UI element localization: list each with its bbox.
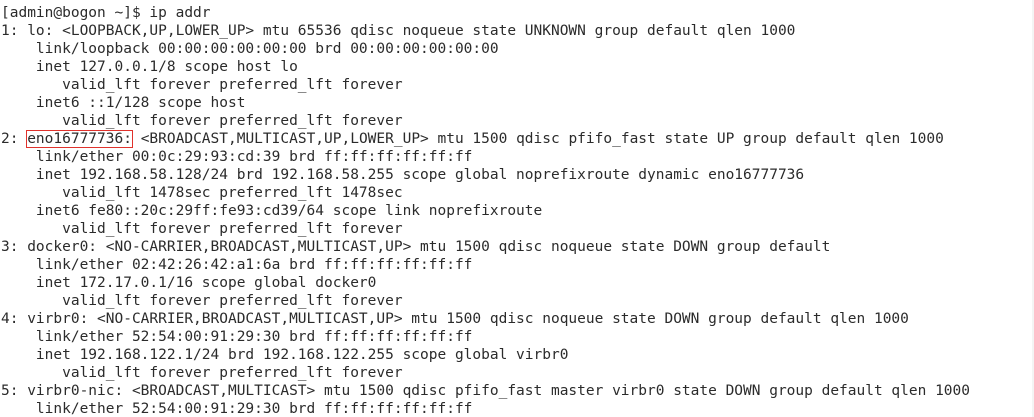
- output-text: link/loopback 00:00:00:00:00:00 brd 00:0…: [1, 41, 499, 57]
- output-text: inet 192.168.58.128/24 brd 192.168.58.25…: [1, 167, 805, 183]
- output-text: valid_lft 1478sec preferred_lft 1478sec: [1, 185, 403, 201]
- output-text: link/ether 00:0c:29:93:cd:39 brd ff:ff:f…: [1, 149, 473, 165]
- output-line: valid_lft forever preferred_lft forever: [1, 364, 970, 382]
- output-line: link/ether 00:0c:29:93:cd:39 brd ff:ff:f…: [1, 148, 970, 166]
- output-text: <BROADCAST,MULTICAST,UP,LOWER_UP> mtu 15…: [131, 131, 944, 147]
- output-line: inet 192.168.58.128/24 brd 192.168.58.25…: [1, 166, 970, 184]
- output-line: inet6 fe80::20c:29ff:fe93:cd39/64 scope …: [1, 202, 970, 220]
- output-text: valid_lft forever preferred_lft forever: [1, 221, 403, 237]
- output-line: 1: lo: <LOOPBACK,UP,LOWER_UP> mtu 65536 …: [1, 22, 970, 40]
- output-text: valid_lft forever preferred_lft forever: [1, 365, 403, 381]
- output-line: inet 192.168.122.1/24 brd 192.168.122.25…: [1, 346, 970, 364]
- terminal-window[interactable]: [admin@bogon ~]$ ip addr 1: lo: <LOOPBAC…: [0, 0, 1034, 417]
- output-text: inet6 fe80::20c:29ff:fe93:cd39/64 scope …: [1, 203, 543, 219]
- output-text: 4: virbr0: <NO-CARRIER,BROADCAST,MULTICA…: [1, 311, 909, 327]
- output-line: valid_lft forever preferred_lft forever: [1, 112, 970, 130]
- output-text: link/ether 52:54:00:91:29:30 brd ff:ff:f…: [1, 401, 473, 417]
- output-line: valid_lft forever preferred_lft forever: [1, 220, 970, 238]
- output-text: 2:: [1, 131, 28, 147]
- output-line: valid_lft forever preferred_lft forever: [1, 292, 970, 310]
- output-line: link/ether 52:54:00:91:29:30 brd ff:ff:f…: [1, 328, 970, 346]
- output-line: inet 127.0.0.1/8 scope host lo: [1, 58, 970, 76]
- highlighted-interface-name: eno16777736:: [26, 130, 133, 148]
- output-line: 4: virbr0: <NO-CARRIER,BROADCAST,MULTICA…: [1, 310, 970, 328]
- output-line: 3: docker0: <NO-CARRIER,BROADCAST,MULTIC…: [1, 238, 970, 256]
- output-text: 3: docker0: <NO-CARRIER,BROADCAST,MULTIC…: [1, 239, 831, 255]
- output-text: inet 172.17.0.1/16 scope global docker0: [1, 275, 377, 291]
- output-text: valid_lft forever preferred_lft forever: [1, 293, 403, 309]
- shell-prompt: [admin@bogon ~]$: [1, 5, 150, 21]
- output-text: inet6 ::1/128 scope host: [1, 95, 246, 111]
- output-text: inet 127.0.0.1/8 scope host lo: [1, 59, 298, 75]
- output-text: inet 192.168.122.1/24 brd 192.168.122.25…: [1, 347, 569, 363]
- output-text: valid_lft forever preferred_lft forever: [1, 77, 403, 93]
- output-line: inet6 ::1/128 scope host: [1, 94, 970, 112]
- output-text: link/ether 02:42:26:42:a1:6a brd ff:ff:f…: [1, 257, 473, 273]
- output-line: link/ether 52:54:00:91:29:30 brd ff:ff:f…: [1, 400, 970, 417]
- output-line: 5: virbr0-nic: <BROADCAST,MULTICAST> mtu…: [1, 382, 970, 400]
- prompt-line: [admin@bogon ~]$ ip addr: [1, 4, 970, 22]
- output-line: valid_lft forever preferred_lft forever: [1, 76, 970, 94]
- typed-command: ip addr: [149, 5, 211, 21]
- output-line: link/loopback 00:00:00:00:00:00 brd 00:0…: [1, 40, 970, 58]
- output-line: link/ether 02:42:26:42:a1:6a brd ff:ff:f…: [1, 256, 970, 274]
- output-line: inet 172.17.0.1/16 scope global docker0: [1, 274, 970, 292]
- output-text: valid_lft forever preferred_lft forever: [1, 113, 403, 129]
- output-text: 5: virbr0-nic: <BROADCAST,MULTICAST> mtu…: [1, 383, 971, 399]
- output-text: link/ether 52:54:00:91:29:30 brd ff:ff:f…: [1, 329, 473, 345]
- terminal-output: [admin@bogon ~]$ ip addr 1: lo: <LOOPBAC…: [1, 4, 970, 417]
- output-line: 2: eno16777736: <BROADCAST,MULTICAST,UP,…: [1, 130, 970, 148]
- output-text: 1: lo: <LOOPBACK,UP,LOWER_UP> mtu 65536 …: [1, 23, 796, 39]
- output-line: valid_lft 1478sec preferred_lft 1478sec: [1, 184, 970, 202]
